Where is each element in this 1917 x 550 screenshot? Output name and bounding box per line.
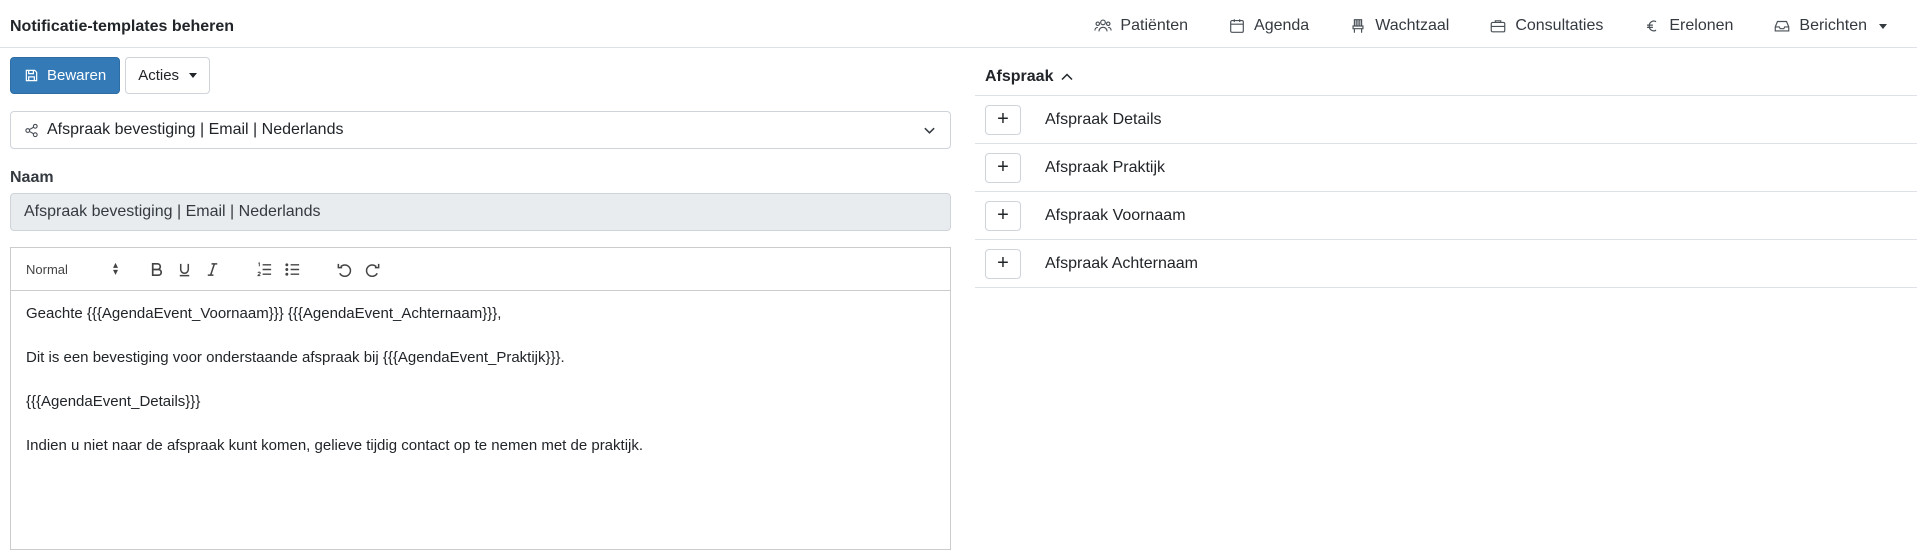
top-bar: Notificatie-templates beheren Patiënten … xyxy=(0,0,1917,48)
chair-icon xyxy=(1352,19,1364,33)
chevron-up-icon xyxy=(1061,72,1074,80)
plus-icon: + xyxy=(997,108,1009,130)
editor-paragraph: Geachte {{{AgendaEvent_Voornaam}}} {{{Ag… xyxy=(26,305,502,322)
undo-button[interactable] xyxy=(330,257,358,281)
editor-paragraph: {{{AgendaEvent_Details}}} xyxy=(26,393,201,410)
caret-down-icon xyxy=(189,73,198,78)
format-select-value: Normal xyxy=(26,261,68,277)
template-select[interactable]: Afspraak bevestiging | Email | Nederland… xyxy=(10,111,951,149)
section-title: Afspraak xyxy=(985,67,1054,85)
add-variable-button[interactable]: + xyxy=(985,152,1021,183)
message-editor[interactable]: Geachte {{{AgendaEvent_Voornaam}}} {{{Ag… xyxy=(10,290,951,550)
ordered-list-button[interactable] xyxy=(250,257,278,281)
redo-icon xyxy=(365,263,379,277)
chevron-down-icon xyxy=(924,127,935,134)
main-nav: Patiënten Agenda Wachtzaal Consultaties … xyxy=(1094,17,1887,35)
italic-button[interactable] xyxy=(198,257,226,281)
format-select[interactable]: Normal ▴ ▾ xyxy=(26,260,118,278)
nav-item-label: Consultaties xyxy=(1515,17,1604,34)
share-icon xyxy=(25,123,38,137)
plus-icon: + xyxy=(997,204,1009,226)
users-icon xyxy=(1094,19,1113,32)
bullet-list-button[interactable] xyxy=(278,257,306,281)
editor-paragraph: Indien u niet naar de afspraak kunt kome… xyxy=(26,437,644,454)
action-toolbar: Bewaren Acties xyxy=(10,57,951,94)
save-button[interactable]: Bewaren xyxy=(10,57,121,94)
nav-item-label: Berichten xyxy=(1799,17,1867,34)
nav-item-consultaties[interactable]: Consultaties xyxy=(1489,17,1603,35)
nav-item-label: Agenda xyxy=(1254,17,1310,34)
list-item: + Afspraak Praktijk xyxy=(975,144,1917,192)
chevron-down-icon xyxy=(1879,23,1887,29)
add-variable-button[interactable]: + xyxy=(985,248,1021,279)
updown-icon: ▴ ▾ xyxy=(112,260,118,278)
nav-item-agenda[interactable]: Agenda xyxy=(1228,17,1309,35)
nav-item-label: Patiënten xyxy=(1120,17,1189,34)
name-label: Naam xyxy=(10,169,54,186)
bold-icon xyxy=(151,262,162,276)
actions-dropdown-button[interactable]: Acties xyxy=(125,57,211,94)
add-variable-button[interactable]: + xyxy=(985,200,1021,231)
nav-item-wachtzaal[interactable]: Wachtzaal xyxy=(1349,17,1449,35)
text-format-group xyxy=(142,257,226,281)
nav-item-label: Wachtzaal xyxy=(1375,17,1450,34)
actions-button-label: Acties xyxy=(138,67,180,84)
ordered-list-icon xyxy=(256,261,271,276)
section-toggle-afspraak[interactable]: Afspraak xyxy=(975,58,1917,96)
inbox-icon xyxy=(1775,20,1790,32)
plus-icon: + xyxy=(997,156,1009,178)
variables-panel: Afspraak + Afspraak Details + Afspraak P… xyxy=(975,58,1917,288)
variable-label: Afspraak Details xyxy=(1045,110,1162,128)
nav-item-label: Erelonen xyxy=(1669,17,1734,34)
variable-label: Afspraak Achternaam xyxy=(1045,254,1198,272)
add-variable-button[interactable]: + xyxy=(985,104,1021,135)
bold-button[interactable] xyxy=(142,257,170,281)
plus-icon: + xyxy=(997,252,1009,274)
save-button-label: Bewaren xyxy=(47,67,107,84)
editor-paragraph: Dit is een bevestiging voor onderstaande… xyxy=(26,349,565,366)
list-item: + Afspraak Voornaam xyxy=(975,192,1917,240)
underline-icon xyxy=(179,263,189,276)
save-icon xyxy=(25,69,38,82)
variable-label: Afspraak Praktijk xyxy=(1045,158,1166,176)
euro-icon xyxy=(1647,20,1657,32)
italic-icon xyxy=(207,262,217,276)
variable-label: Afspraak Voornaam xyxy=(1045,206,1186,224)
calendar-icon xyxy=(1230,19,1244,33)
briefcase-icon xyxy=(1490,20,1506,33)
name-field[interactable]: Afspraak bevestiging | Email | Nederland… xyxy=(10,193,951,231)
list-group xyxy=(250,257,306,281)
list-item: + Afspraak Achternaam xyxy=(975,240,1917,288)
template-select-value: Afspraak bevestiging | Email | Nederland… xyxy=(47,121,344,138)
redo-button[interactable] xyxy=(358,257,386,281)
undo-icon xyxy=(337,263,351,277)
list-item: + Afspraak Details xyxy=(975,96,1917,144)
bullet-list-icon xyxy=(284,262,299,276)
template-editor-panel: Bewaren Acties Afspraak bevestiging | Em… xyxy=(10,57,951,550)
editor-toolbar: Normal ▴ ▾ xyxy=(10,247,951,291)
nav-item-berichten[interactable]: Berichten xyxy=(1773,17,1887,35)
nav-item-erelonen[interactable]: Erelonen xyxy=(1643,17,1733,35)
nav-item-patienten[interactable]: Patiënten xyxy=(1094,17,1188,35)
underline-button[interactable] xyxy=(170,257,198,281)
page-title: Notificatie-templates beheren xyxy=(10,18,235,35)
history-group xyxy=(330,257,386,281)
